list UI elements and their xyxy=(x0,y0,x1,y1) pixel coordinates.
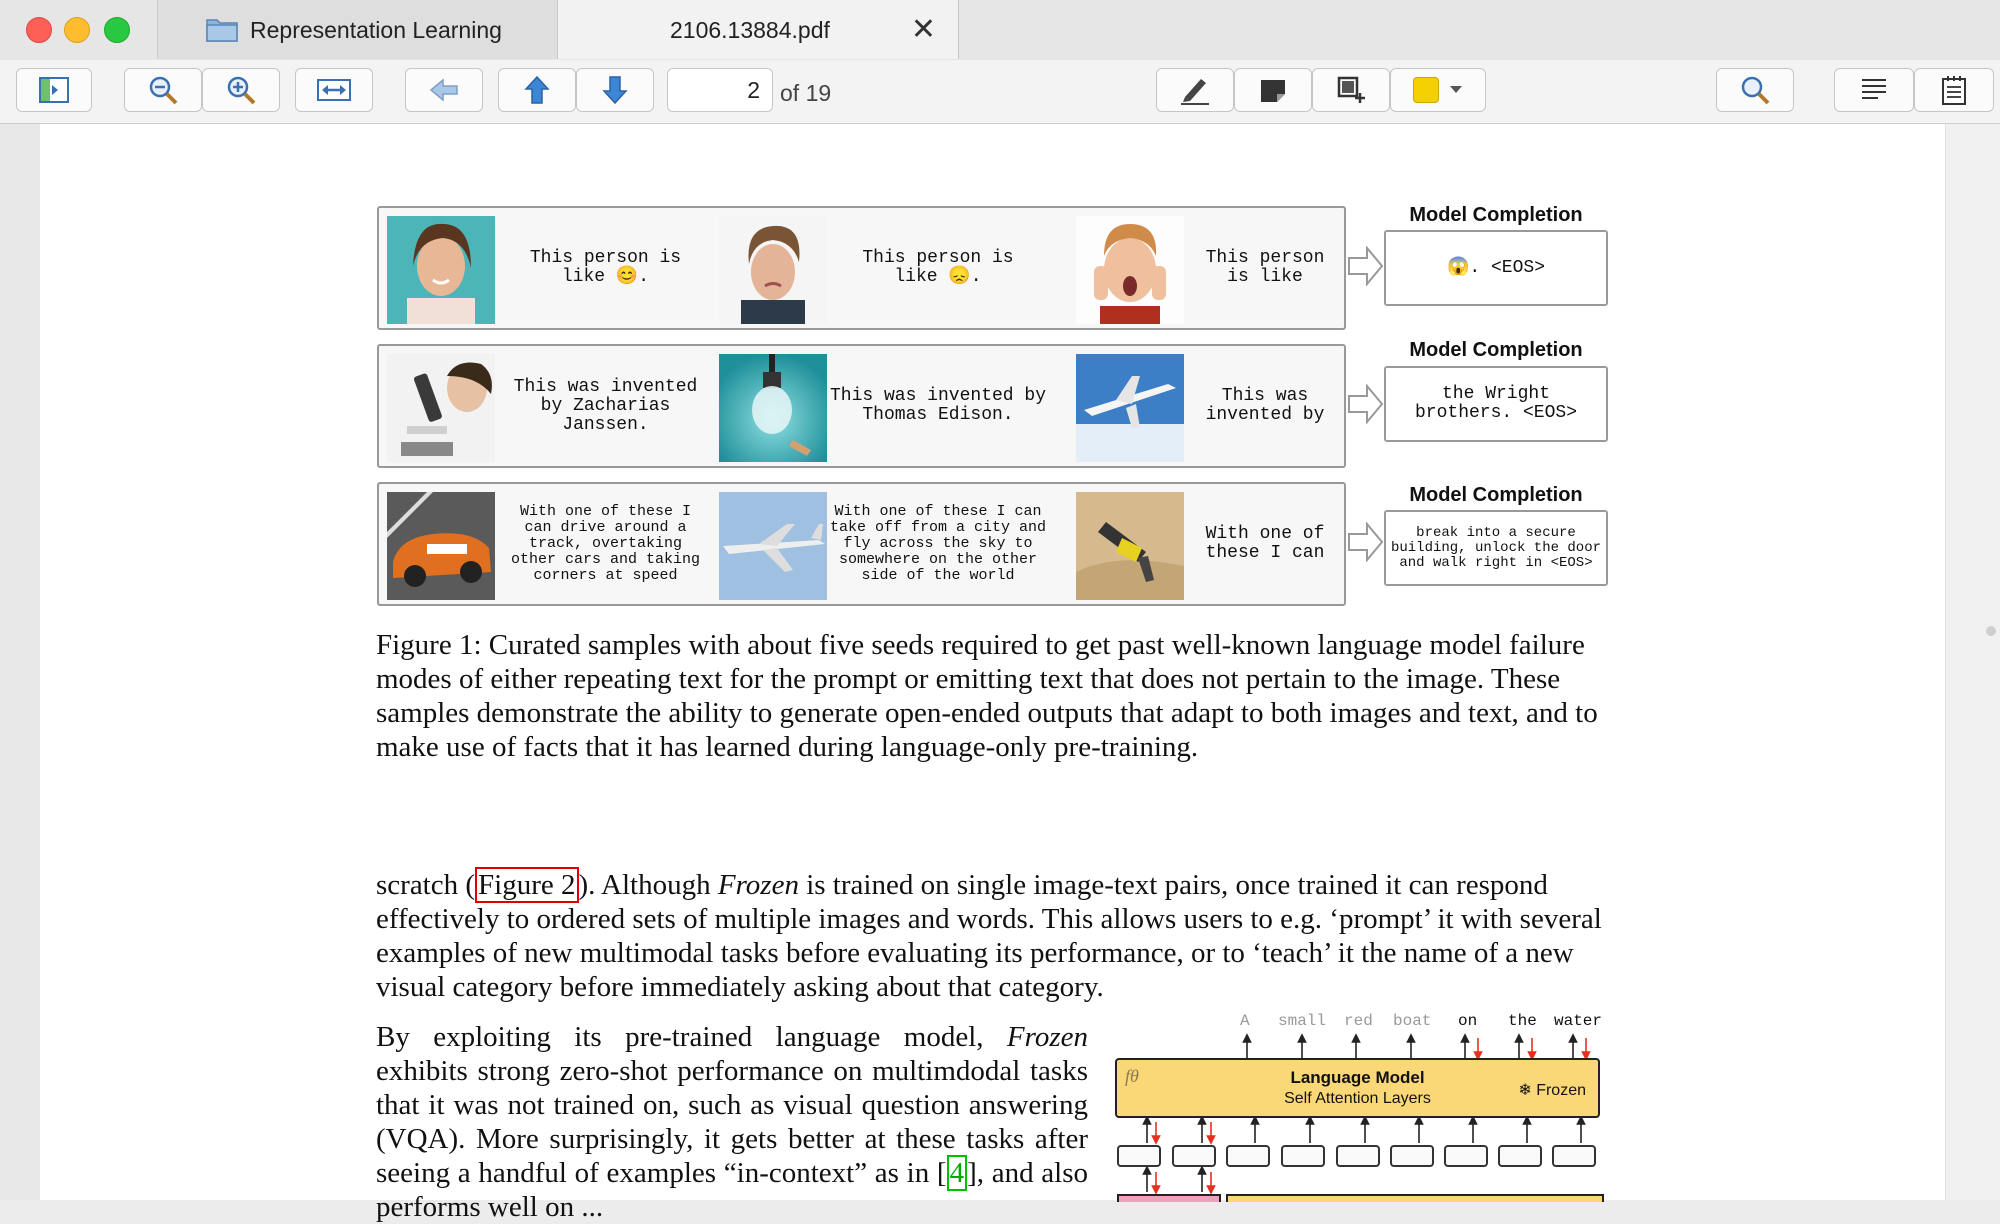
figure-2-link[interactable]: Figure 2 xyxy=(475,867,579,903)
notes-icon xyxy=(1942,76,1966,105)
model-completion-box: break into a secure building, unlock the… xyxy=(1384,510,1608,586)
tab-label: Representation Learning xyxy=(250,17,502,43)
figure1-caption: This person is like xyxy=(1205,248,1325,287)
model-completion-box: the Wright brothers. <EOS> xyxy=(1384,366,1608,442)
body-paragraph: scratch (Figure 2). Although Frozen is t… xyxy=(376,867,1602,1003)
model-completion-title: Model Completion xyxy=(1409,339,1583,361)
vision-encoder-block xyxy=(1117,1194,1221,1202)
markup-pen-button[interactable] xyxy=(1156,68,1234,112)
airliner-image xyxy=(719,492,827,600)
output-token: A xyxy=(1240,1012,1250,1030)
crop-icon xyxy=(1337,76,1365,103)
next-page-icon xyxy=(602,76,628,105)
zoom-out-button[interactable] xyxy=(124,68,202,112)
text-view-button[interactable] xyxy=(1834,68,1914,112)
add-note-button[interactable] xyxy=(1234,68,1312,112)
light-bulb-image xyxy=(719,354,827,462)
scrollbar-knob[interactable] xyxy=(1986,626,1996,636)
embedding-cell xyxy=(1281,1145,1325,1167)
previous-page-icon xyxy=(524,75,550,104)
woman-smiling-image xyxy=(387,216,495,324)
title-bar: Representation Learning 2106.13884.pdf ✕ xyxy=(0,0,2000,61)
highlight-color-button[interactable] xyxy=(1390,68,1486,112)
body-paragraph: By exploiting its pre-trained language m… xyxy=(376,1021,1088,1223)
embedding-cell xyxy=(1552,1145,1596,1167)
page-total-label: of 19 xyxy=(780,80,832,106)
frozen-label: ❄ Frozen xyxy=(1518,1082,1586,1099)
embedding-cell xyxy=(1226,1145,1270,1167)
tab-label: 2106.13884.pdf xyxy=(670,17,830,43)
embedding-cell xyxy=(1172,1145,1216,1167)
vertical-scrollbar[interactable] xyxy=(1945,124,2000,1200)
output-token: red xyxy=(1344,1012,1373,1030)
pen-icon xyxy=(1181,79,1209,105)
sad-man-image xyxy=(719,216,827,324)
figure1-caption: This was invented by Zacharias Janssen. xyxy=(513,376,698,435)
figure1-row-2: This was invented by Zacharias Janssen. … xyxy=(377,344,1346,468)
figure1-row-3: With one of these I can drive around a t… xyxy=(377,482,1346,606)
zoom-out-icon xyxy=(149,76,178,105)
previous-page-button[interactable] xyxy=(498,68,576,112)
embedding-cell xyxy=(1444,1145,1488,1167)
embedding-cell xyxy=(1336,1145,1380,1167)
embedding-cell xyxy=(1498,1145,1542,1167)
note-icon xyxy=(1261,80,1285,102)
sidebar-toggle-button[interactable] xyxy=(16,68,92,112)
notes-button[interactable] xyxy=(1914,68,1994,112)
model-completion-title: Model Completion xyxy=(1409,204,1583,226)
figure1-caption-text: Figure 1: Curated samples with about fiv… xyxy=(376,629,1598,763)
close-tab-icon[interactable]: ✕ xyxy=(911,12,936,47)
page-number-input[interactable]: 2 xyxy=(667,68,773,112)
output-token: on xyxy=(1458,1012,1478,1030)
figure1-caption: This was invented by xyxy=(1205,386,1325,425)
figure1-row-1: This person is like 😊. This person is li… xyxy=(377,206,1346,330)
minimize-window-button[interactable] xyxy=(64,17,90,43)
crop-button[interactable] xyxy=(1312,68,1390,112)
screaming-boy-image xyxy=(1076,216,1184,324)
sidebar-icon xyxy=(39,77,69,103)
next-page-button[interactable] xyxy=(576,68,654,112)
toolbar: 2 of 19 xyxy=(0,60,2000,124)
fit-width-icon xyxy=(317,79,351,101)
embedding-cell xyxy=(1117,1145,1161,1167)
zoom-in-button[interactable] xyxy=(202,68,280,112)
language-model-block: fθ Language Model Self Attention Layers … xyxy=(1115,1058,1600,1118)
search-icon xyxy=(1741,76,1770,105)
race-car-image xyxy=(387,492,495,600)
microscope-image xyxy=(387,354,495,462)
output-token: boat xyxy=(1393,1012,1432,1030)
output-token: the xyxy=(1508,1012,1537,1030)
search-button[interactable] xyxy=(1716,68,1794,112)
chevron-down-icon xyxy=(1450,86,1462,93)
figure1-caption: With one of these I can drive around a t… xyxy=(510,503,701,584)
folder-icon xyxy=(206,19,238,42)
output-token: water xyxy=(1554,1012,1603,1030)
tab-pdf-document[interactable]: 2106.13884.pdf ✕ xyxy=(557,0,959,59)
model-completion-title: Model Completion xyxy=(1409,484,1583,506)
tab-representation-learning[interactable]: Representation Learning xyxy=(157,0,558,59)
text-embedder-block xyxy=(1226,1194,1604,1202)
color-swatch-icon xyxy=(1413,77,1439,103)
fit-width-button[interactable] xyxy=(295,68,373,112)
arrow-right-icon xyxy=(1348,246,1384,286)
embedding-cell xyxy=(1390,1145,1434,1167)
figure1-caption: With one of these I can xyxy=(1205,524,1325,563)
figure1-caption: This person is like 😞. xyxy=(862,248,1014,287)
model-completion-box: 😱. <EOS> xyxy=(1384,230,1608,306)
arrow-right-icon xyxy=(1348,384,1384,424)
drill-image xyxy=(1076,492,1184,600)
figure1-caption: This person is like 😊. xyxy=(529,248,682,287)
citation-4-link[interactable]: 4 xyxy=(946,1155,968,1191)
close-window-button[interactable] xyxy=(26,17,52,43)
figure1-caption: With one of these I can take off from a … xyxy=(829,503,1047,584)
zoom-in-icon xyxy=(227,76,256,105)
text-view-icon xyxy=(1862,79,1886,99)
arrow-right-icon xyxy=(1348,522,1384,562)
back-button[interactable] xyxy=(405,68,483,112)
airplane-sky-image xyxy=(1076,354,1184,462)
back-icon xyxy=(429,78,458,102)
figure1-caption: This was invented by Thomas Edison. xyxy=(829,386,1047,425)
output-token: small xyxy=(1278,1012,1327,1030)
zoom-window-button[interactable] xyxy=(104,17,130,43)
